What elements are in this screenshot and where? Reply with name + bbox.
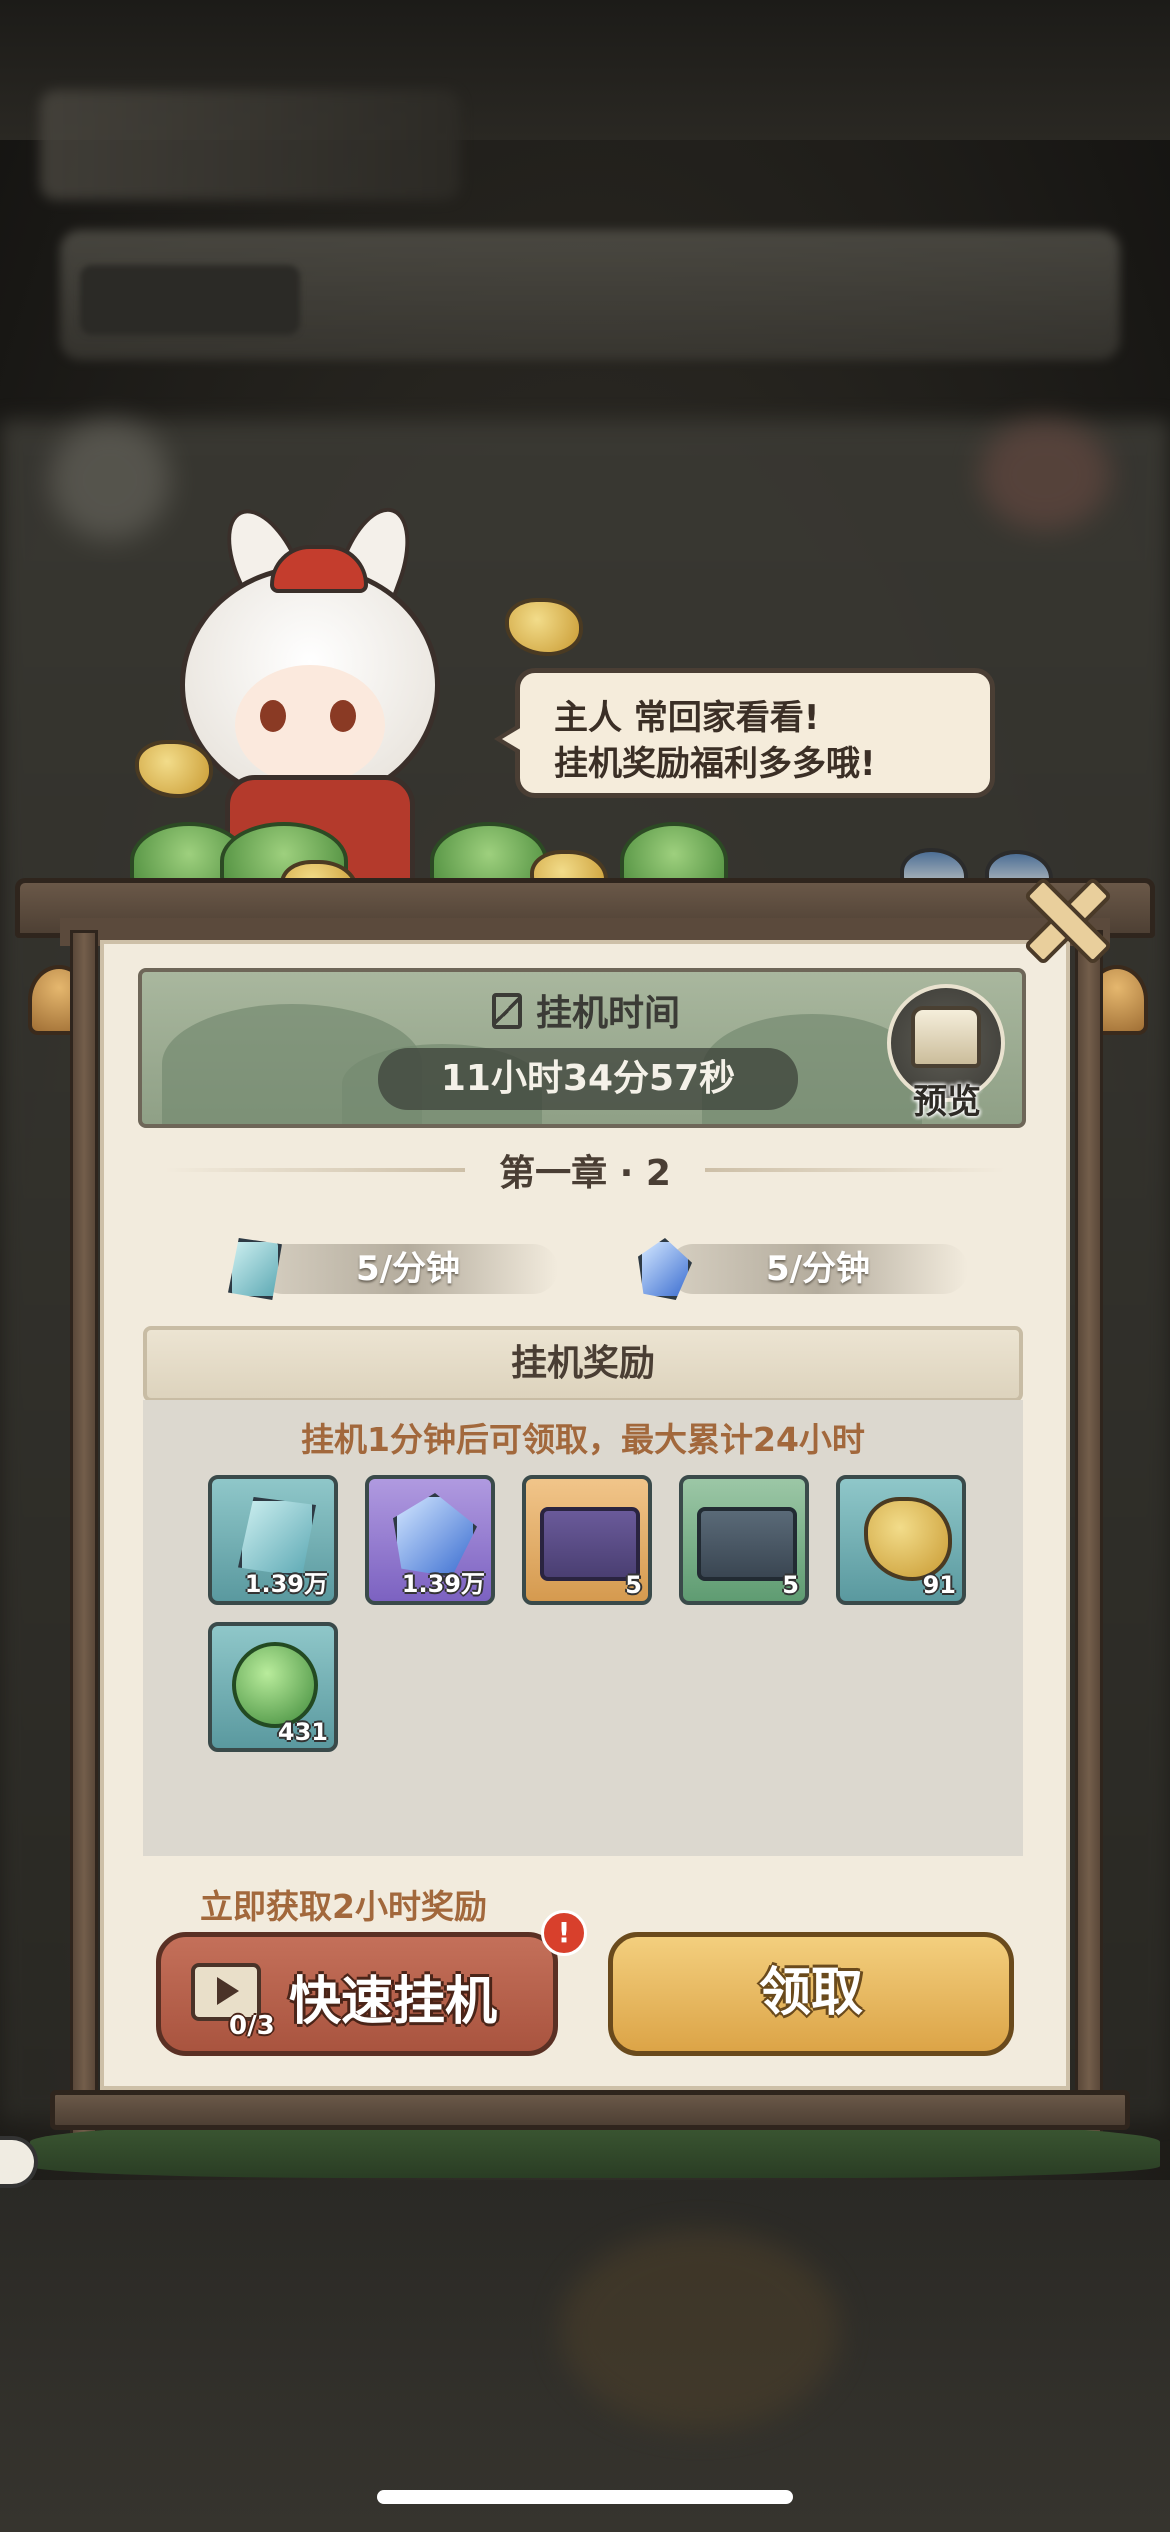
- mystery-crate-icon: [697, 1507, 797, 1581]
- character-face: [235, 665, 385, 785]
- preview-button[interactable]: 预览: [887, 984, 1007, 1124]
- quick-idle-count: 0/3: [229, 2011, 275, 2041]
- reward-count: 5: [782, 1571, 799, 1599]
- speech-line: 主人 常回家看看!: [554, 698, 820, 738]
- speech-line: 挂机奖励福利多多哦!: [554, 744, 876, 784]
- background-button-blur: [80, 265, 300, 335]
- chapter-label: 第一章 · 2: [499, 1153, 671, 1194]
- background-blob: [560, 2230, 840, 2430]
- scroll-frame-post: [70, 930, 98, 2136]
- reward-item[interactable]: 91: [836, 1475, 966, 1605]
- reward-item[interactable]: 1.39万: [365, 1475, 495, 1605]
- alert-badge: !: [541, 1910, 587, 1956]
- gold-ore-icon: [864, 1497, 952, 1581]
- quick-idle-label: 快速挂机: [289, 1972, 498, 2032]
- preview-label: 预览: [913, 1082, 981, 1122]
- green-sprout-orb-icon: [232, 1642, 318, 1728]
- rate-value: 5/分钟: [258, 1244, 558, 1294]
- quick-idle-hint: 立即获取2小时奖励: [200, 1887, 487, 1926]
- background-header-blur: [40, 90, 460, 200]
- rate-blue-crystal: 5/分钟: [638, 1238, 978, 1300]
- reward-item[interactable]: 5: [522, 1475, 652, 1605]
- reward-item[interactable]: 1.39万: [208, 1475, 338, 1605]
- idle-time-value: 11小时34分57秒: [378, 1048, 798, 1110]
- reward-count: 1.39万: [244, 1570, 328, 1598]
- rate-value: 5/分钟: [668, 1244, 968, 1294]
- reward-count: 1.39万: [401, 1570, 485, 1598]
- quick-idle-button[interactable]: 0/3 快速挂机: [156, 1932, 558, 2056]
- rate-teal-crystal: 5/分钟: [228, 1238, 568, 1300]
- rewards-header: 挂机奖励: [143, 1326, 1023, 1402]
- speech-bubble: 主人 常回家看看! 挂机奖励福利多多哦!: [494, 668, 995, 798]
- rewards-note: 挂机1分钟后可领取，最大累计24小时: [301, 1420, 865, 1459]
- mystery-chest-icon: [540, 1507, 640, 1581]
- home-indicator[interactable]: [377, 2490, 793, 2504]
- reward-item[interactable]: 431: [208, 1622, 338, 1752]
- hourglass-icon: [491, 993, 522, 1029]
- character-eye: [330, 700, 356, 732]
- background-blob: [980, 420, 1110, 530]
- scroll-frame-bottom: [50, 2090, 1130, 2130]
- reward-count: 5: [625, 1571, 642, 1599]
- chest-icon: [911, 1006, 981, 1068]
- reward-count: 91: [922, 1571, 956, 1599]
- claim-button[interactable]: 领取: [608, 1932, 1014, 2056]
- idle-time-label: 挂机时间: [535, 993, 680, 1034]
- close-button[interactable]: [1022, 876, 1104, 958]
- reward-count: 431: [277, 1718, 328, 1746]
- reward-item[interactable]: 5: [679, 1475, 809, 1605]
- teal-crystal-icon: [228, 1238, 282, 1300]
- character-eye: [260, 700, 286, 732]
- scroll-frame-post: [1075, 930, 1103, 2136]
